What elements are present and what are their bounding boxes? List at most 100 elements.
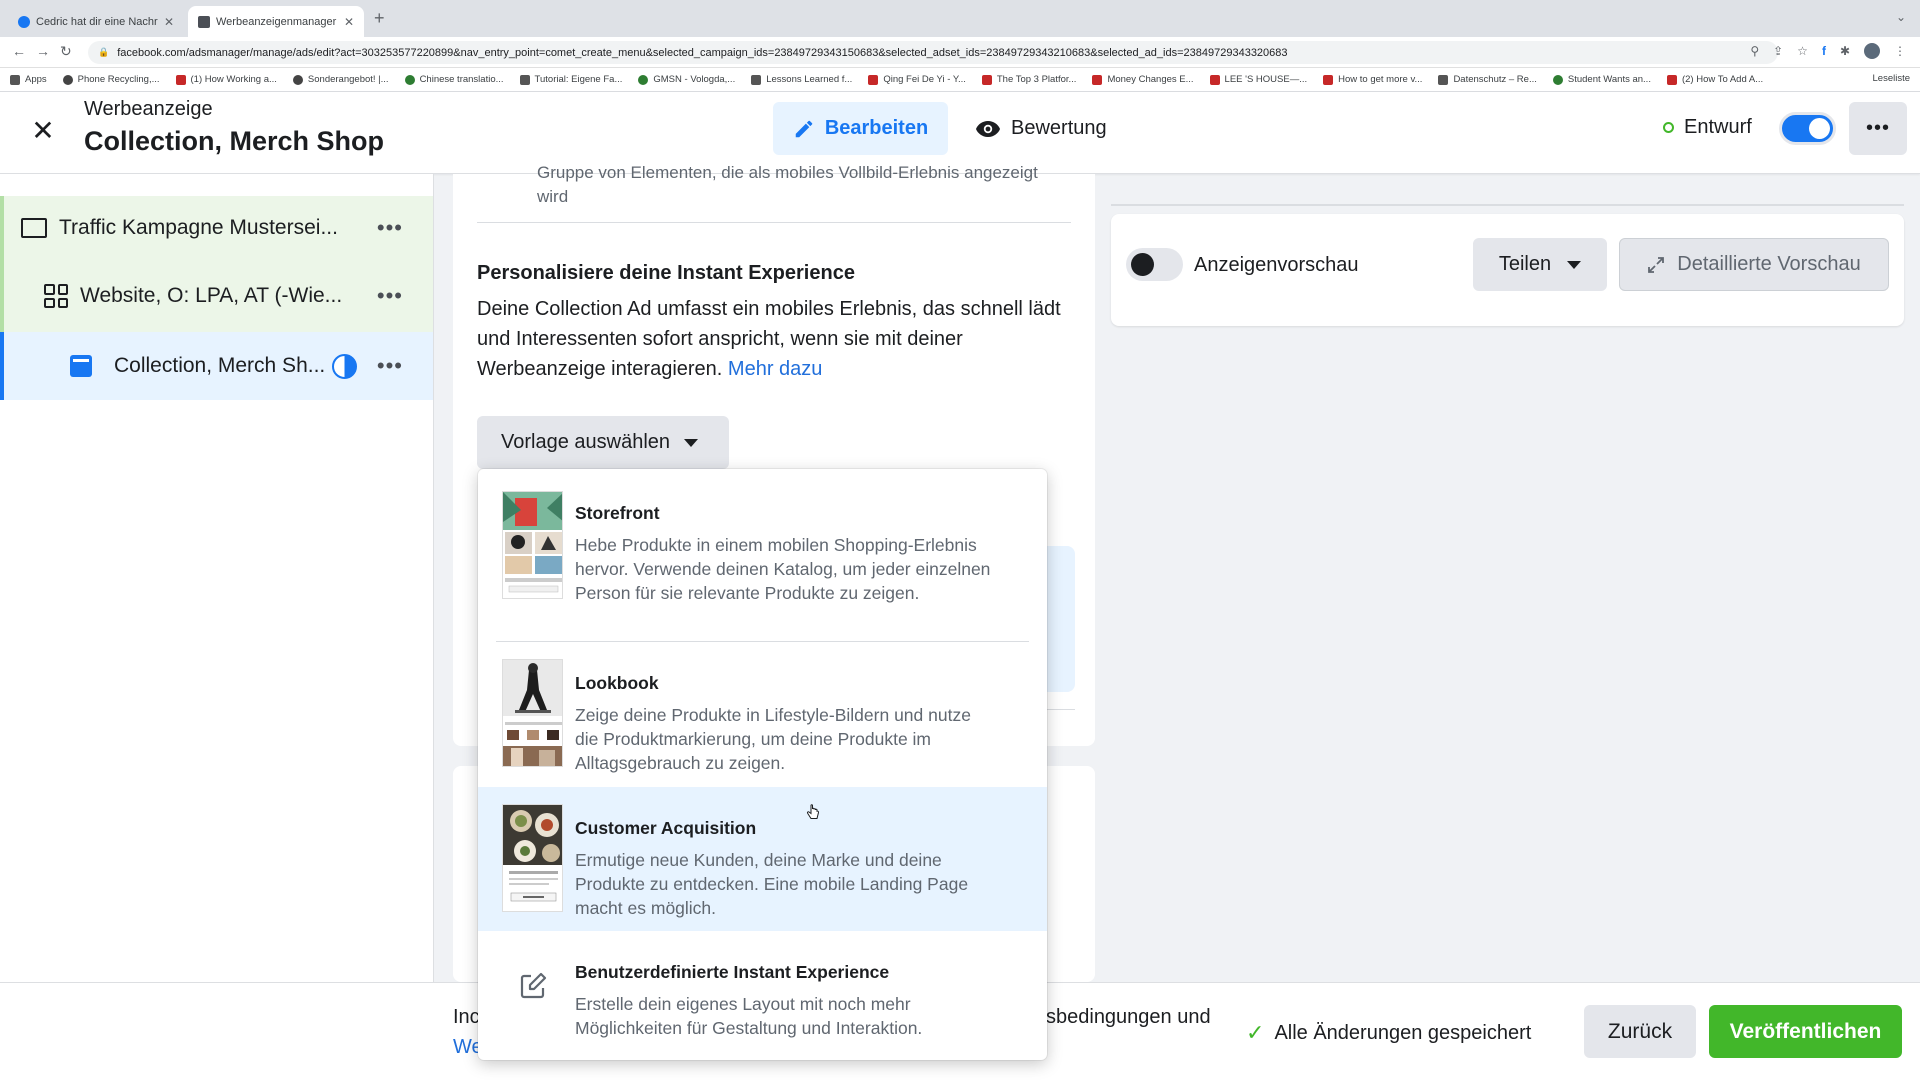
- sidebar-item-campaign[interactable]: Traffic Kampagne Mustersei... •••: [0, 196, 433, 260]
- bookmark-item[interactable]: Money Changes E...: [1092, 74, 1194, 85]
- customer-acquisition-preview-image: [503, 805, 562, 902]
- caret-down-icon: [684, 438, 699, 447]
- bookmark-item[interactable]: Sonderangebot! |...: [292, 74, 389, 85]
- page-title: Collection, Merch Shop: [84, 126, 385, 156]
- extensions-puzzle-icon[interactable]: ✱: [1840, 44, 1850, 58]
- bookmark-favicon-icon: [751, 74, 762, 85]
- half-complete-status-icon: [332, 353, 357, 379]
- bookmark-favicon-icon: [292, 74, 303, 85]
- youtube-icon: [1323, 74, 1334, 85]
- back-button[interactable]: Zurück: [1584, 1005, 1696, 1058]
- tab-search-chevron-icon[interactable]: ⌄: [1896, 10, 1906, 24]
- browser-tabstrip: Cedric hat dir eine Nachricht g ✕ Werbea…: [0, 0, 1920, 37]
- detailed-preview-button[interactable]: Detaillierte Vorschau: [1619, 238, 1889, 291]
- sidebar-item-adset[interactable]: Website, O: LPA, AT (-Wie... •••: [0, 260, 433, 332]
- option-description: Hebe Produkte in einem mobilen Shopping-…: [575, 535, 991, 603]
- bookmark-item[interactable]: How to get more v...: [1323, 74, 1422, 85]
- template-dropdown-menu: Storefront Hebe Produkte in einem mobile…: [478, 469, 1047, 1060]
- more-options-icon[interactable]: •••: [377, 215, 403, 241]
- facebook-favicon-icon: [18, 15, 30, 28]
- bookmark-item[interactable]: Tutorial: Eigene Fa...: [519, 74, 622, 85]
- option-description: Erstelle dein eigenes Layout mit noch me…: [575, 994, 923, 1038]
- folder-icon: [21, 218, 47, 238]
- select-template-label: Vorlage auswählen: [501, 431, 671, 453]
- status-dot-icon: [1663, 122, 1674, 133]
- bookmark-item[interactable]: Qing Fei De Yi - Y...: [868, 74, 966, 85]
- bookmark-favicon-icon: [1552, 74, 1563, 85]
- url-field[interactable]: 🔒 facebook.com/adsmanager/manage/ads/edi…: [88, 41, 1778, 64]
- bookmark-favicon-icon: [62, 74, 73, 85]
- learn-more-link[interactable]: Mehr dazu: [728, 358, 823, 380]
- terms-text-continued: sbedingungen und: [1046, 1006, 1211, 1028]
- bookmark-item[interactable]: The Top 3 Platfor...: [981, 74, 1076, 85]
- close-tab-icon[interactable]: ✕: [344, 15, 354, 29]
- more-options-icon[interactable]: •••: [377, 353, 403, 379]
- bookmark-item[interactable]: GMSN - Vologda,...: [638, 74, 735, 85]
- close-icon[interactable]: ✕: [28, 116, 58, 146]
- sidebar-item-ad[interactable]: Collection, Merch Sh... •••: [0, 332, 433, 400]
- saved-status: ✓ Alle Änderungen gespeichert: [1246, 1020, 1531, 1046]
- campaign-tree-sidebar: Traffic Kampagne Mustersei... ••• Websit…: [0, 174, 434, 982]
- template-option-lookbook[interactable]: Lookbook Zeige deine Produkte in Lifesty…: [478, 643, 1047, 787]
- reload-icon[interactable]: ↻: [60, 43, 72, 60]
- format-description: Gruppe von Elementen, die als mobiles Vo…: [537, 161, 1038, 209]
- close-tab-icon[interactable]: ✕: [164, 15, 174, 29]
- browser-extension-icons: ⚲ ⇪ ☆ f ✱ ⋮: [1750, 43, 1906, 59]
- bookmark-item[interactable]: LEE 'S HOUSE—...: [1209, 74, 1307, 85]
- review-button[interactable]: Bewertung: [975, 102, 1107, 155]
- select-template-button[interactable]: Vorlage auswählen: [477, 416, 729, 469]
- more-options-icon[interactable]: •••: [377, 283, 403, 309]
- divider: [496, 641, 1029, 642]
- template-option-customer-acquisition[interactable]: Customer Acquisition Ermutige neue Kunde…: [478, 787, 1047, 931]
- bookmark-apps[interactable]: Apps: [10, 74, 47, 85]
- pencil-icon: [795, 120, 813, 137]
- status-label: Entwurf: [1684, 116, 1752, 138]
- template-option-storefront[interactable]: Storefront Hebe Produkte in einem mobile…: [478, 469, 1047, 633]
- browser-tab-messages[interactable]: Cedric hat dir eine Nachricht g ✕: [8, 6, 184, 37]
- lookbook-thumbnail: [502, 659, 563, 767]
- edit-square-icon: [520, 972, 547, 999]
- bookmark-item[interactable]: Student Wants an...: [1552, 74, 1651, 85]
- template-option-custom[interactable]: Benutzerdefinierte Instant Experience Er…: [478, 931, 1047, 1060]
- bookmark-item[interactable]: Chinese translatio...: [404, 74, 504, 85]
- option-description: Ermutige neue Kunden, deine Marke und de…: [575, 850, 969, 918]
- ad-preview-toggle[interactable]: [1126, 248, 1183, 281]
- publish-button[interactable]: Veröffentlichen: [1709, 1005, 1902, 1058]
- section-title: Personalisiere deine Instant Experience: [477, 262, 855, 284]
- bookmark-star-icon[interactable]: ☆: [1797, 44, 1808, 58]
- detailed-preview-label: Detaillierte Vorschau: [1677, 253, 1861, 275]
- bookmark-item[interactable]: (1) How Working a...: [175, 74, 277, 85]
- edit-button[interactable]: Bearbeiten: [773, 102, 948, 155]
- browser-tab-adsmanager[interactable]: Werbeanzeigenmanager - Wer ✕: [188, 6, 364, 37]
- browser-menu-icon[interactable]: ⋮: [1894, 44, 1906, 58]
- facebook-extension-icon[interactable]: f: [1822, 44, 1826, 58]
- option-title: Lookbook: [575, 673, 659, 693]
- storefront-preview-image: [503, 492, 562, 593]
- more-options-button[interactable]: •••: [1849, 102, 1907, 155]
- hand-cursor-icon: [806, 804, 820, 819]
- tab-title: Cedric hat dir eine Nachricht g: [36, 15, 158, 28]
- bookmark-item[interactable]: Datenschutz – Re...: [1438, 74, 1537, 85]
- ad-preview-card: Anzeigenvorschau Teilen Detaillierte Vor…: [1111, 214, 1904, 326]
- share-button[interactable]: Teilen: [1473, 238, 1607, 291]
- lock-icon: 🔒: [98, 47, 110, 57]
- zoom-icon[interactable]: ⚲: [1750, 44, 1759, 58]
- ad-active-toggle[interactable]: [1779, 112, 1836, 145]
- new-tab-icon[interactable]: +: [374, 8, 385, 29]
- caret-down-icon: [1567, 260, 1582, 269]
- bookmark-item[interactable]: Lessons Learned f...: [751, 74, 852, 85]
- back-arrow-icon[interactable]: ←: [12, 43, 26, 59]
- bookmark-favicon-icon: [1438, 74, 1449, 85]
- storefront-thumbnail: [502, 491, 563, 599]
- forward-arrow-icon[interactable]: →: [36, 43, 50, 59]
- bookmark-item[interactable]: (2) How To Add A...: [1666, 74, 1763, 85]
- share-page-icon[interactable]: ⇪: [1773, 44, 1783, 58]
- bookmark-item[interactable]: Phone Recycling,...: [62, 74, 160, 85]
- toggle-knob: [1131, 253, 1154, 276]
- profile-avatar[interactable]: [1864, 43, 1880, 59]
- eye-icon: [976, 120, 1000, 137]
- lookbook-preview-image: [503, 660, 562, 766]
- reading-list[interactable]: Leseliste: [1873, 73, 1911, 84]
- format-description-line2: wird: [537, 187, 569, 206]
- divider: [477, 222, 1071, 223]
